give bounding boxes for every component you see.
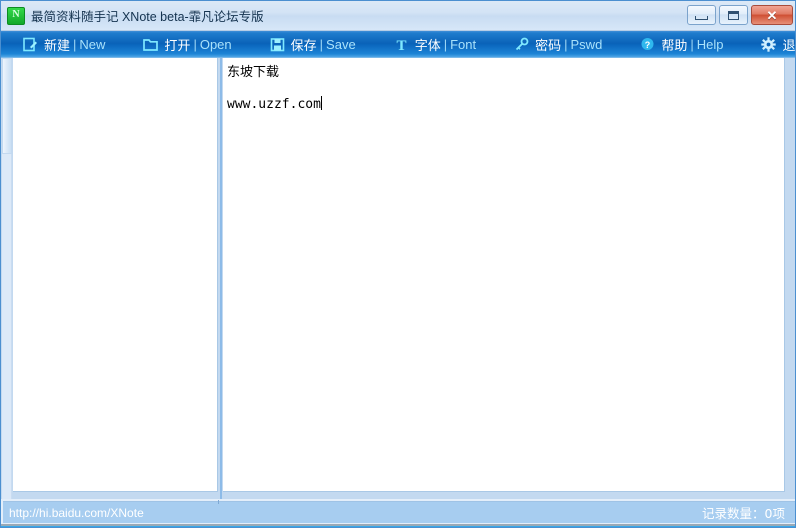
- minimize-icon: [695, 15, 708, 20]
- toolbar-item-password[interactable]: 密码 | Pswd: [514, 31, 602, 58]
- text-caret: [320, 96, 322, 110]
- main-toolbar: 新建 | New 打开 | Open 保存 | Save T 字体 | Font…: [1, 31, 796, 58]
- open-folder-icon: [143, 37, 159, 52]
- splitter-line: [220, 58, 222, 499]
- toolbar-label-cn: 新建: [44, 38, 71, 54]
- svg-text:?: ?: [645, 40, 651, 50]
- toolbar-label-en: New: [79, 36, 106, 52]
- toolbar-item-exit[interactable]: 退出 | Exit: [761, 31, 796, 58]
- status-record-count: 记录数量：0项: [702, 506, 785, 521]
- toolbar-item-font[interactable]: T 字体 | Font: [394, 31, 476, 58]
- window-title: 最简资料随手记 XNote beta-霏凡论坛专版: [31, 10, 264, 24]
- toolbar-label-cn: 打开: [164, 38, 191, 54]
- status-bar: http://hi.baidu.com/XNote 记录数量：0项: [1, 499, 795, 527]
- minimize-button[interactable]: [687, 5, 716, 25]
- status-bar-inner: http://hi.baidu.com/XNote 记录数量：0项: [3, 500, 795, 523]
- toolbar-label-en: Font: [450, 36, 477, 52]
- close-icon: ✕: [766, 7, 778, 23]
- editor-line-wrapper: www.uzzf.com: [227, 95, 776, 113]
- window-controls: ✕: [687, 5, 793, 25]
- status-url-text[interactable]: http://hi.baidu.com/XNote: [3, 506, 144, 520]
- svg-text:T: T: [396, 38, 406, 52]
- client-area: 东坡下载 www.uzzf.com: [1, 58, 795, 499]
- toolbar-separator: |: [319, 36, 324, 52]
- key-password-icon: [514, 37, 529, 52]
- note-editor[interactable]: 东坡下载 www.uzzf.com: [223, 58, 785, 492]
- toolbar-label-cn: 密码: [535, 38, 562, 54]
- toolbar-label-cn: 字体: [414, 38, 441, 54]
- editor-blank-line: [227, 81, 776, 95]
- toolbar-item-open[interactable]: 打开 | Open: [143, 31, 232, 58]
- editor-scroll-gutter[interactable]: [785, 58, 795, 499]
- toolbar-separator: |: [690, 36, 694, 52]
- close-button[interactable]: ✕: [751, 5, 793, 25]
- toolbar-separator: |: [443, 36, 448, 52]
- title-bar[interactable]: 最简资料随手记 XNote beta-霏凡论坛专版 ✕: [1, 1, 795, 31]
- toolbar-label-en: Pswd: [570, 36, 603, 52]
- record-list-panel[interactable]: [13, 58, 218, 492]
- font-text-icon: T: [394, 37, 409, 52]
- toolbar-separator: |: [564, 36, 568, 52]
- toolbar-label-en: Save: [326, 36, 356, 52]
- toolbar-item-new[interactable]: 新建 | New: [23, 31, 105, 58]
- toolbar-label-en: Open: [199, 36, 232, 52]
- toolbar-separator: |: [73, 36, 77, 52]
- gear-exit-icon: [761, 36, 777, 52]
- toolbar-label-cn: 保存: [290, 38, 317, 54]
- toolbar-item-help[interactable]: ? 帮助 | Help: [640, 31, 723, 58]
- help-question-icon: ?: [640, 37, 655, 52]
- toolbar-separator: |: [193, 36, 197, 52]
- maximize-icon: [728, 10, 739, 20]
- status-divider: [218, 500, 219, 504]
- editor-line: 东坡下载: [227, 65, 280, 80]
- editor-line: www.uzzf.com: [227, 97, 321, 112]
- record-list-scrollbar[interactable]: [2, 58, 12, 499]
- toolbar-label-cn: 退出: [782, 38, 796, 54]
- editor-text-content: 东坡下载 www.uzzf.com: [223, 58, 784, 113]
- toolbar-label-en: Help: [696, 36, 724, 52]
- toolbar-item-save[interactable]: 保存 | Save: [270, 31, 356, 58]
- save-disk-icon: [270, 37, 285, 52]
- toolbar-label-cn: 帮助: [661, 38, 688, 54]
- note-app-icon: [7, 6, 25, 25]
- application-window: 最简资料随手记 XNote beta-霏凡论坛专版 ✕ 新建 |: [0, 0, 796, 528]
- scrollbar-thumb[interactable]: [2, 58, 12, 154]
- maximize-button[interactable]: [719, 5, 748, 25]
- new-document-icon: [23, 37, 38, 52]
